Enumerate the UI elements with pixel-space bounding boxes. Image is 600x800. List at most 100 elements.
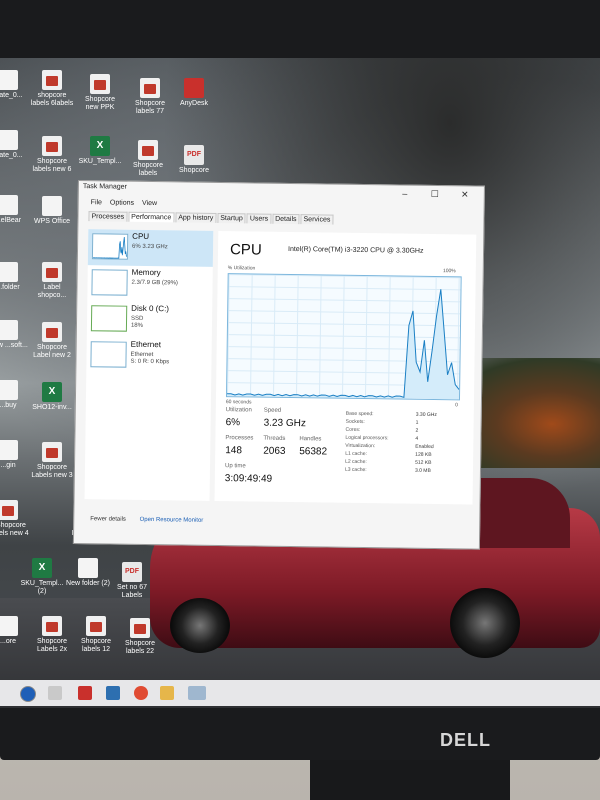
- maximize-button[interactable]: ☐: [422, 186, 448, 202]
- resource-detail: 2.3/7.9 GB (29%): [131, 279, 178, 287]
- desktop-icon-label: SHO12-inv...: [32, 404, 72, 411]
- resource-disk[interactable]: Disk 0 (C:) SSD 18%: [87, 301, 212, 339]
- desktop-icon[interactable]: ...ore: [0, 616, 30, 646]
- desktop-icon[interactable]: ...ate_0...: [0, 70, 30, 100]
- window-title: Task Manager: [82, 183, 127, 191]
- desktop-icon[interactable]: ...elBear: [0, 195, 30, 225]
- pdf-file-icon: PDF: [184, 145, 204, 165]
- tab-processes[interactable]: Processes: [88, 211, 128, 222]
- doc-file-icon: [0, 320, 18, 340]
- desktop-icon-label: Label shopco...: [37, 284, 67, 299]
- cpu-title: CPU: [229, 241, 262, 259]
- desktop-icon-label: Shopcore labels: [133, 162, 163, 177]
- desktop-icon[interactable]: ...buy: [0, 380, 30, 410]
- desktop-icon[interactable]: ...Shopcore Labels new 4: [0, 500, 30, 538]
- desktop-icon[interactable]: Shopcore labels: [126, 140, 170, 178]
- desktop-icon-label: ...gin: [0, 462, 16, 469]
- desktop-icon-label: Shopcore Labels 2x: [37, 638, 67, 653]
- close-button[interactable]: ✕: [452, 186, 478, 202]
- desktop-icon[interactable]: shopcore labels 6labels: [30, 70, 74, 108]
- edge-icon[interactable]: [20, 686, 36, 702]
- desktop-icon[interactable]: ...ate_0...: [0, 130, 30, 160]
- desktop-icon-label: Shopcore new PPK: [85, 96, 115, 111]
- desktop-icon[interactable]: Shopcore labels 22: [118, 618, 162, 656]
- handles-label: Handles: [299, 436, 322, 443]
- desktop-icon[interactable]: ...ew ...soft...: [0, 320, 30, 350]
- tab-startup[interactable]: Startup: [217, 212, 246, 224]
- tab-users[interactable]: Users: [246, 213, 272, 224]
- spec-label: Virtualization:: [345, 442, 376, 450]
- desktop-icon-label: ...folder: [0, 284, 20, 291]
- desktop-icon[interactable]: Shopcore labels new 6: [30, 136, 74, 174]
- resource-detail-2: S: 0 R: 0 Kbps: [130, 358, 170, 366]
- tab-performance[interactable]: Performance: [128, 211, 175, 223]
- fewer-details-link[interactable]: Fewer details: [90, 516, 126, 522]
- shop-file-icon: [140, 78, 160, 98]
- doc-file-icon: [0, 130, 18, 150]
- desktop-icon[interactable]: AnyDesk: [172, 78, 216, 108]
- desktop-icon[interactable]: Shopcore labels 77: [128, 78, 172, 116]
- desktop-icon[interactable]: PDF Shopcore: [172, 145, 216, 175]
- anydesk-taskbar-icon[interactable]: [78, 686, 92, 700]
- shop-file-icon: [42, 322, 62, 342]
- desktop-icon[interactable]: Shopcore Labels new 3: [30, 442, 74, 480]
- desktop-icon[interactable]: X SKU_Templ...: [78, 136, 122, 166]
- desktop-icon-label: New folder (2): [66, 580, 110, 587]
- spec-value: 512 KB: [415, 459, 432, 466]
- resource-detail: SSD: [131, 315, 144, 322]
- resource-detail: 6% 3.23 GHz: [132, 243, 168, 251]
- desktop-icon[interactable]: Label shopco...: [30, 262, 74, 300]
- tab-details[interactable]: Details: [272, 213, 300, 225]
- minimize-button[interactable]: –: [392, 185, 418, 201]
- desktop-icon[interactable]: ...gin: [0, 440, 30, 470]
- shop-file-icon: [130, 618, 150, 638]
- graph-zero-label: 0: [455, 402, 458, 409]
- doc-file-icon: [0, 70, 18, 90]
- chrome-icon[interactable]: [134, 686, 148, 700]
- resource-memory[interactable]: Memory 2.3/7.9 GB (29%): [87, 265, 212, 303]
- menu-options[interactable]: Options: [110, 199, 134, 206]
- desktop-icon[interactable]: New folder (2): [66, 558, 110, 588]
- desktop-icon[interactable]: Shopcore new PPK: [78, 74, 122, 112]
- tab-services[interactable]: Services: [300, 214, 334, 225]
- cpu-thumb-graph: [92, 237, 128, 260]
- desktop-icon-label: Shopcore labels 77: [135, 100, 165, 115]
- desktop-icon[interactable]: X SKU_Templ... (2): [20, 558, 64, 596]
- doc-file-icon: [0, 440, 18, 460]
- threads-label: Threads: [263, 435, 286, 442]
- shop-file-icon: [42, 70, 62, 90]
- doc-file-icon: [0, 616, 18, 636]
- desktop-icon[interactable]: Shopcore labels 12: [74, 616, 118, 654]
- desktop-icon-label: WPS Office: [33, 218, 71, 225]
- menu-bar: File Options View: [91, 199, 163, 207]
- desktop-icon[interactable]: WPS Office: [30, 196, 74, 226]
- task-manager-taskbar-icon[interactable]: [188, 686, 206, 700]
- desktop-icon[interactable]: ...folder: [0, 262, 30, 292]
- car-wheel: [170, 598, 230, 653]
- tab-app-history[interactable]: App history: [175, 212, 217, 223]
- menu-view[interactable]: View: [142, 200, 157, 207]
- desktop-icon[interactable]: Shopcore Labels 2x: [30, 616, 74, 654]
- spec-value: 128 KB: [415, 451, 432, 458]
- doc-file-icon: [0, 380, 18, 400]
- utilization-value: 6%: [225, 417, 241, 429]
- desktop-icon[interactable]: Shopcore Label new 2: [30, 322, 74, 360]
- desktop-icon-label: ...elBear: [0, 217, 22, 224]
- desktop-icon[interactable]: X SHO12-inv...: [30, 382, 74, 412]
- pdf-file-icon: PDF: [122, 562, 142, 582]
- task-manager-window: Task Manager – ☐ ✕ File Options View Pro…: [72, 180, 485, 550]
- app-taskbar-icon[interactable]: [106, 686, 120, 700]
- spec-label: L2 cache:: [345, 458, 367, 466]
- file-explorer-icon[interactable]: [160, 686, 174, 700]
- open-resource-monitor-link[interactable]: Open Resource Monitor: [140, 517, 204, 524]
- resource-ethernet[interactable]: Ethernet Ethernet S: 0 R: 0 Kbps: [86, 337, 211, 375]
- desktop-icon[interactable]: PDF Set no 67 Labels: [110, 562, 154, 600]
- desktop-icon-label: Shopcore Label new 2: [33, 344, 71, 359]
- spec-label: L3 cache:: [344, 466, 367, 474]
- resource-cpu[interactable]: CPU 6% 3.23 GHz: [87, 229, 214, 267]
- desktop-icon-label: Shopcore labels 12: [81, 638, 111, 653]
- taskview-icon[interactable]: [48, 686, 62, 700]
- cpu-thumb-line: [92, 237, 128, 260]
- resource-detail: Ethernet: [130, 351, 154, 359]
- menu-file[interactable]: File: [91, 199, 102, 206]
